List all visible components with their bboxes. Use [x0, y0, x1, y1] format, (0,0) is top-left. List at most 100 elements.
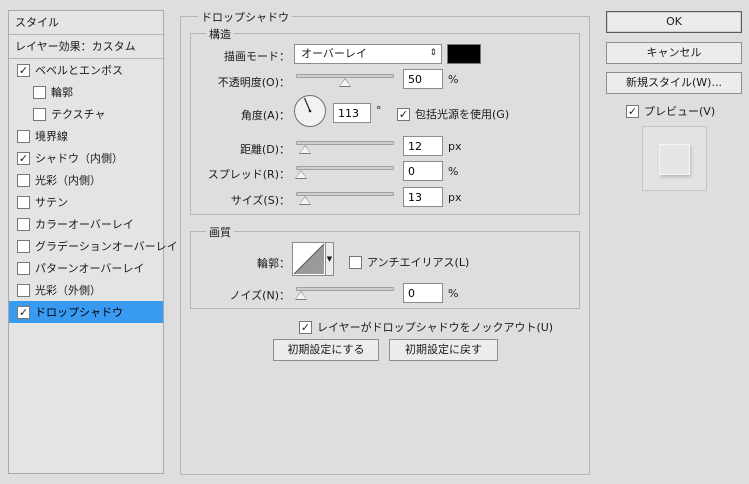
antialias-label: アンチエイリアス(L): [367, 256, 470, 269]
quality-title: 画質: [206, 224, 234, 240]
distance-label: 距離(D)：: [239, 143, 290, 156]
style-preview-thumbnail: [642, 126, 707, 191]
distance-input[interactable]: [403, 136, 443, 156]
checkbox-inner-glow[interactable]: [17, 173, 30, 187]
size-slider[interactable]: [296, 192, 394, 196]
noise-input[interactable]: [403, 283, 443, 303]
checkbox-satin[interactable]: [17, 195, 30, 209]
antialias-option[interactable]: アンチエイリアス(L): [349, 254, 469, 270]
size-input[interactable]: [403, 187, 443, 207]
structure-title: 構造: [206, 26, 234, 42]
style-item-stroke[interactable]: 境界線: [9, 125, 163, 147]
style-item-label: 光彩（内側）: [35, 174, 101, 187]
preview-label: プレビュー(V): [644, 105, 716, 118]
style-list-panel: スタイル レイヤー効果：カスタム ✓ ベベルとエンボス 輪郭 テクスチャ 境界線…: [8, 10, 178, 474]
style-item-satin[interactable]: サテン: [9, 191, 163, 213]
style-item-bevel-emboss[interactable]: ✓ ベベルとエンボス: [9, 59, 163, 81]
knockout-checkbox[interactable]: ✓: [299, 320, 312, 334]
preview-option[interactable]: ✓ プレビュー(V): [626, 103, 715, 119]
global-light-label: 包括光源を使用(G): [415, 108, 510, 121]
shadow-color-swatch[interactable]: [447, 44, 481, 64]
checkbox-contour[interactable]: [33, 85, 46, 99]
style-item-pattern-overlay[interactable]: パターンオーバーレイ: [9, 257, 163, 279]
size-slider-thumb[interactable]: [299, 196, 312, 205]
size-unit: px: [448, 191, 462, 204]
style-item-contour[interactable]: 輪郭: [9, 81, 163, 103]
style-item-label: パターンオーバーレイ: [35, 262, 145, 275]
noise-label: ノイズ(N)：: [229, 289, 290, 302]
angle-dial[interactable]: [293, 94, 327, 128]
spread-unit: %: [448, 165, 459, 178]
spread-slider-thumb[interactable]: [295, 170, 307, 179]
checkbox-color-overlay[interactable]: [17, 217, 30, 231]
blend-mode-select[interactable]: オーバーレイ ⇕: [294, 44, 442, 64]
layer-effects-label: レイヤー効果：カスタム: [15, 40, 136, 53]
style-item-label: 光彩（外側）: [35, 284, 101, 297]
layer-effects-header[interactable]: レイヤー効果：カスタム: [9, 35, 163, 57]
noise-unit: %: [448, 287, 459, 300]
ok-button[interactable]: OK: [606, 11, 742, 33]
knockout-option[interactable]: ✓ レイヤーがドロップシャドウをノックアウト(U): [299, 319, 553, 335]
opacity-label: 不透明度(O)：: [217, 76, 290, 89]
style-item-drop-shadow[interactable]: ✓ ドロップシャドウ: [9, 301, 163, 323]
style-item-label: 輪郭: [51, 86, 73, 99]
spread-slider[interactable]: [296, 166, 394, 170]
noise-slider-thumb[interactable]: [295, 291, 307, 300]
styles-header-label: スタイル: [15, 16, 59, 29]
preview-swatch: [659, 144, 690, 175]
style-item-color-overlay[interactable]: カラーオーバーレイ: [9, 213, 163, 235]
size-label: サイズ(S)：: [230, 194, 290, 207]
style-item-label: 境界線: [35, 130, 68, 143]
make-default-button[interactable]: 初期設定にする: [273, 339, 379, 361]
style-item-label: サテン: [35, 196, 68, 209]
opacity-slider[interactable]: [296, 74, 394, 78]
opacity-slider-thumb[interactable]: [339, 78, 351, 87]
blend-mode-label: 描画モード：: [224, 50, 290, 63]
contour-picker[interactable]: ▼: [292, 242, 334, 276]
contour-dropdown-arrow-icon[interactable]: ▼: [326, 242, 334, 276]
distance-slider[interactable]: [296, 141, 394, 145]
style-item-label: カラーオーバーレイ: [35, 218, 134, 231]
style-item-gradient-overlay[interactable]: グラデーションオーバーレイ: [9, 235, 178, 257]
contour-preview: [292, 242, 326, 276]
style-item-inner-shadow[interactable]: ✓ シャドウ（内側）: [9, 147, 163, 169]
blend-mode-value: オーバーレイ: [301, 47, 367, 60]
style-item-outer-glow[interactable]: 光彩（外側）: [9, 279, 163, 301]
distance-unit: px: [448, 140, 462, 153]
opacity-unit: %: [448, 73, 459, 86]
style-item-label: ベベルとエンボス: [35, 64, 123, 77]
angle-unit: °: [376, 104, 382, 117]
checkbox-outer-glow[interactable]: [17, 283, 30, 297]
style-item-label: グラデーションオーバーレイ: [35, 240, 178, 253]
style-item-label: テクスチャ: [51, 108, 106, 121]
reset-to-default-button[interactable]: 初期設定に戻す: [389, 339, 498, 361]
knockout-label: レイヤーがドロップシャドウをノックアウト(U): [317, 321, 554, 334]
style-item-inner-glow[interactable]: 光彩（内側）: [9, 169, 163, 191]
noise-slider[interactable]: [296, 287, 394, 291]
style-item-texture[interactable]: テクスチャ: [9, 103, 163, 125]
new-style-button[interactable]: 新規スタイル(W)...: [606, 72, 742, 94]
checkbox-inner-shadow[interactable]: ✓: [17, 151, 30, 165]
preview-checkbox[interactable]: ✓: [626, 104, 639, 118]
global-light-checkbox[interactable]: ✓: [397, 107, 410, 121]
styles-header[interactable]: スタイル: [9, 11, 163, 33]
checkbox-pattern-overlay[interactable]: [17, 261, 30, 275]
select-arrows-icon: ⇕: [429, 48, 437, 58]
checkbox-bevel-emboss[interactable]: ✓: [17, 63, 30, 77]
cancel-button[interactable]: キャンセル: [606, 42, 742, 64]
angle-label: 角度(A)：: [240, 109, 290, 122]
checkbox-drop-shadow[interactable]: ✓: [17, 305, 30, 319]
antialias-checkbox[interactable]: [349, 255, 362, 269]
checkbox-stroke[interactable]: [17, 129, 30, 143]
distance-slider-thumb[interactable]: [298, 145, 311, 154]
spread-label: スプレッド(R)：: [207, 168, 290, 181]
checkbox-gradient-overlay[interactable]: [17, 239, 30, 253]
global-light-option[interactable]: ✓ 包括光源を使用(G): [397, 106, 509, 122]
contour-label: 輪郭：: [257, 257, 290, 270]
checkbox-texture[interactable]: [33, 107, 46, 121]
spread-input[interactable]: [403, 161, 443, 181]
opacity-input[interactable]: [403, 69, 443, 89]
drop-shadow-title: ドロップシャドウ: [198, 9, 292, 25]
style-item-label: ドロップシャドウ: [35, 306, 123, 319]
angle-input[interactable]: [333, 103, 371, 123]
